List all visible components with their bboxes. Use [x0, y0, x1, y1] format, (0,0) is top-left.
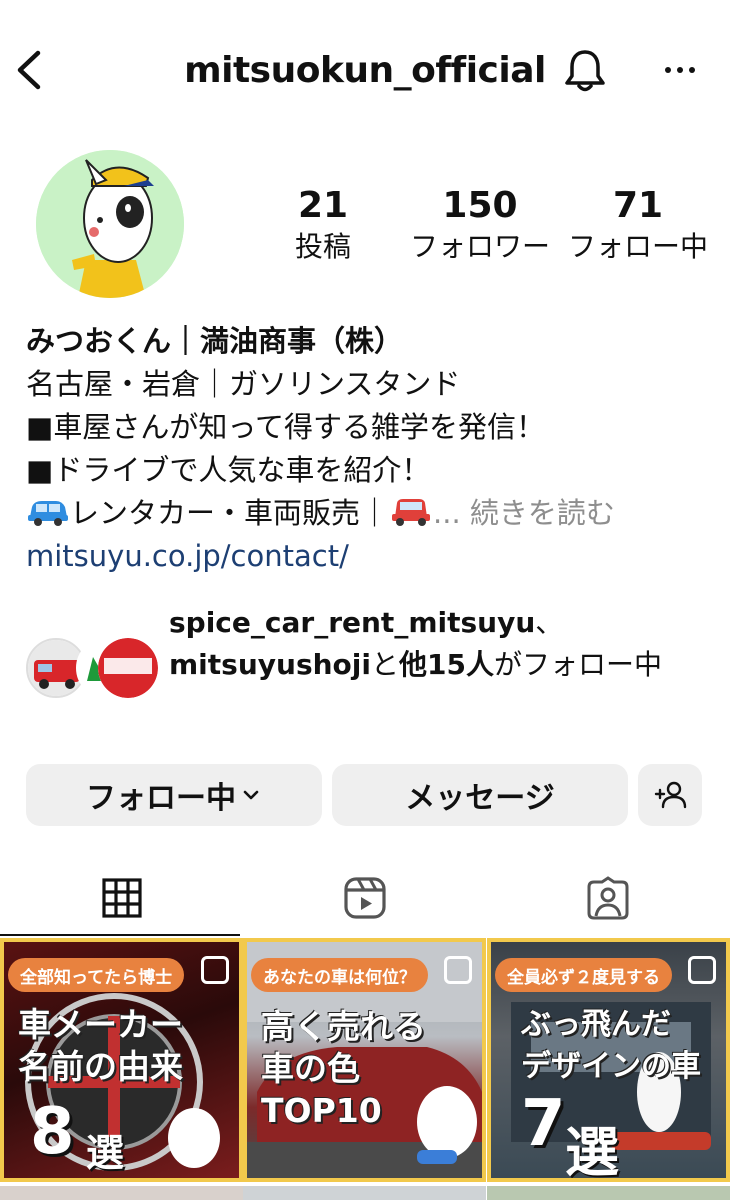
post-number: 8: [30, 1095, 75, 1169]
mutual-others: 他15人: [399, 648, 494, 681]
post-thumbnail-partial[interactable]: [0, 1186, 243, 1200]
post-number-suffix: 選: [565, 1121, 619, 1182]
red-car-emoji-icon: [392, 499, 431, 526]
profile-username: mitsuokun_official: [184, 50, 546, 91]
more-options-button[interactable]: [660, 50, 700, 90]
spice-logo-image: [98, 638, 158, 698]
post-thumbnail-partial[interactable]: [487, 1186, 730, 1200]
separator: 、: [535, 606, 564, 639]
blue-car-emoji-icon: [28, 501, 68, 526]
top-bar: mitsuokun_official: [0, 0, 730, 140]
followed-by-row[interactable]: spice_car_rent_mitsuyu、 mitsuyushojiと他15…: [26, 602, 716, 732]
website-link[interactable]: mitsuyu.co.jp/contact/: [26, 535, 716, 578]
connector: と: [370, 648, 399, 681]
post-tag: 全部知ってたら博士: [8, 958, 185, 992]
multi-post-icon: [444, 956, 472, 984]
bio-line-text: レンタカー・車両販売｜: [70, 496, 390, 530]
post-tag: あなたの車は何位？: [251, 958, 428, 992]
post-headline: 車メーカー 名前の由来: [18, 1005, 183, 1086]
post-thumbnail[interactable]: 全員必ず２度見する ぶっ飛んだ デザインの車 7 選: [487, 938, 730, 1182]
mascot-avatar-image: [36, 150, 184, 298]
profile-bio: みつおくん｜満油商事（株） 名古屋・岩倉｜ガソリンスタンド ■車屋さんが知って得…: [26, 320, 716, 578]
stat-posts[interactable]: 21 投稿: [248, 185, 398, 267]
followed-by-text: spice_car_rent_mitsuyu、 mitsuyushojiと他15…: [169, 602, 709, 686]
profile-avatar[interactable]: [36, 150, 184, 298]
multi-post-icon: [688, 956, 716, 984]
active-tab-indicator: [0, 934, 240, 936]
bell-icon: [565, 50, 605, 92]
post-number-suffix: 選: [86, 1131, 125, 1175]
chevron-down-icon: [243, 790, 259, 800]
post-thumbnail[interactable]: あなたの車は何位？ 高く売れる 車の色 TOP10: [243, 938, 486, 1182]
post-thumbnail-partial[interactable]: [243, 1186, 486, 1200]
message-button-label: メッセージ: [405, 781, 555, 816]
post-thumbnail[interactable]: 全部知ってたら博士 車メーカー 名前の由来 8 選: [0, 938, 243, 1182]
read-more-link[interactable]: ... 続きを読む: [433, 496, 615, 530]
following-button[interactable]: フォロー中: [26, 764, 322, 826]
bio-line-truncated: レンタカー・車両販売｜ ... 続きを読む: [26, 492, 716, 535]
bio-line: ■車屋さんが知って得する雑学を発信！: [26, 410, 545, 444]
display-name: みつおくん｜満油商事（株）: [26, 324, 404, 358]
mutual-user-1: spice_car_rent_mitsuyu: [169, 606, 536, 639]
grid-icon: [101, 878, 142, 918]
tab-posts-grid[interactable]: [0, 860, 243, 936]
posts-count: 21: [297, 185, 349, 226]
multi-post-icon: [201, 956, 229, 984]
post-tag: 全員必ず２度見する: [495, 958, 672, 992]
suggested-users-button[interactable]: [638, 764, 702, 826]
bio-line: 名古屋・岩倉｜ガソリンスタンド: [26, 367, 461, 401]
reels-icon: [343, 877, 386, 919]
post-headline: ぶっ飛んだ デザインの車: [521, 1007, 701, 1084]
notifications-button[interactable]: [560, 46, 610, 96]
add-user-icon: [654, 781, 687, 809]
posts-label: 投稿: [294, 230, 351, 263]
follower-avatar: [98, 638, 158, 698]
mutual-user-2: mitsuyushoji: [169, 648, 371, 681]
message-button[interactable]: メッセージ: [332, 764, 628, 826]
followers-count: 150: [442, 185, 518, 226]
tab-reels[interactable]: [243, 860, 486, 936]
following-label: フォロー中: [567, 230, 708, 263]
tab-tagged[interactable]: [486, 860, 729, 936]
tagged-icon: [587, 876, 628, 920]
bio-line: ■ドライブで人気な車を紹介！: [26, 453, 431, 487]
post-headline: 高く売れる 車の色 TOP10: [261, 1007, 426, 1130]
post-number: 7: [521, 1087, 566, 1161]
following-button-label: フォロー中: [86, 781, 236, 816]
followed-suffix: がフォロー中: [493, 648, 662, 681]
stat-following[interactable]: 71 フォロー中: [563, 185, 713, 267]
more-icon: [665, 67, 695, 73]
stat-followers[interactable]: 150 フォロワー: [405, 185, 555, 267]
followers-label: フォロワー: [409, 230, 550, 263]
following-count: 71: [612, 185, 664, 226]
